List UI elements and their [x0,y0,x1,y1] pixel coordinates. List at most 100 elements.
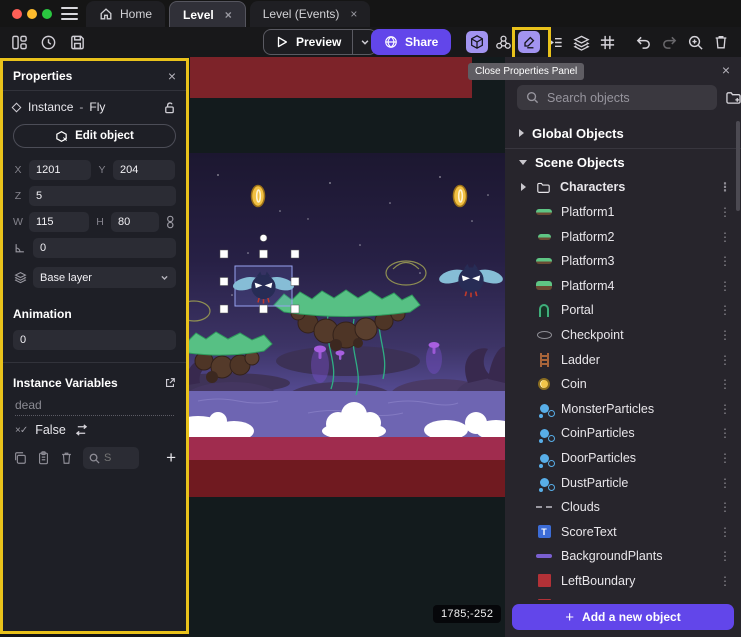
objects-search-input[interactable] [547,91,708,105]
section-global-objects[interactable]: Global Objects [505,121,741,146]
height-field[interactable]: 80 [111,212,159,232]
paste-icon[interactable] [37,451,50,465]
variables-search-box[interactable] [83,447,139,469]
layer-dropdown[interactable]: Base layer [33,267,176,288]
object-item-characters[interactable]: Characters ⋮ [505,175,741,200]
x-position-field[interactable]: 1201 [29,160,91,180]
3d-view-icon[interactable] [466,31,488,53]
item-menu-icon[interactable]: ⋮ [719,254,731,268]
item-menu-icon[interactable]: ⋮ [719,279,731,293]
menu-icon[interactable] [61,7,78,20]
object-item-platform1[interactable]: Platform1 ⋮ [505,200,741,225]
add-variable-button[interactable]: + [166,448,176,468]
item-menu-icon[interactable]: ⋮ [719,549,731,563]
layers-icon[interactable] [570,31,592,53]
item-menu-icon[interactable]: ⋮ [719,451,731,465]
zoom-in-icon[interactable] [684,31,706,53]
tab-level-events[interactable]: Level (Events) × [250,1,371,27]
width-field[interactable]: 115 [29,212,89,232]
object-item-backgroundplants[interactable]: BackgroundPlants ⋮ [505,544,741,569]
trash-icon[interactable] [710,31,732,53]
open-variables-icon[interactable] [164,377,176,389]
item-menu-icon[interactable]: ⋮ [719,500,731,514]
coin-instance[interactable] [252,186,265,207]
share-button[interactable]: Share [371,29,451,55]
preview-button[interactable]: Preview [263,29,377,55]
panels-layout-icon[interactable] [8,31,30,53]
close-properties-icon[interactable]: × [168,69,176,83]
selected-fly-instance[interactable] [232,266,296,306]
add-new-object-button[interactable]: + Add a new object [512,604,734,630]
object-item-scoretext[interactable]: T ScoreText ⋮ [505,520,741,545]
trash-icon[interactable] [60,451,73,465]
object-item-leftboundary[interactable]: LeftBoundary ⋮ [505,569,741,594]
object-item-platform2[interactable]: Platform2 ⋮ [505,224,741,249]
redo-icon[interactable] [658,31,680,53]
undo-icon[interactable] [632,31,654,53]
object-groups-icon[interactable] [492,31,514,53]
object-item-coin[interactable]: Coin ⋮ [505,372,741,397]
boundary-object-crimson[interactable] [188,437,505,460]
y-position-field[interactable]: 204 [113,160,175,180]
item-menu-icon[interactable]: ⋮ [719,426,731,440]
variables-search-input[interactable] [104,452,126,464]
edit-object-button[interactable]: Edit object [13,124,176,148]
z-position-field[interactable]: 5 [29,186,176,206]
object-item-ladder[interactable]: Ladder ⋮ [505,347,741,372]
item-menu-icon[interactable]: ⋮ [719,476,731,490]
tab-home[interactable]: Home [86,1,165,27]
item-menu-icon[interactable]: ⋮ [719,377,731,391]
section-scene-objects[interactable]: Scene Objects [505,151,741,176]
item-menu-icon[interactable]: ⋮ [719,525,731,539]
objects-search-box[interactable] [517,85,717,110]
maximize-window-button[interactable] [42,9,52,19]
item-menu-icon[interactable]: ⋮ [719,328,731,342]
lock-aspect-ratio-icon[interactable] [165,215,176,229]
item-menu-icon[interactable]: ⋮ [719,402,731,416]
animation-field[interactable]: 0 [13,330,176,350]
swap-value-icon[interactable] [74,424,89,436]
item-menu-icon[interactable]: ⋮ [719,574,731,588]
instance-variables-heading: Instance Variables [13,376,118,390]
coin-instance[interactable] [454,186,467,207]
item-menu-icon[interactable]: ⋮ [719,303,731,317]
close-tab-icon[interactable]: × [350,7,357,21]
search-icon [89,453,100,464]
close-tab-icon[interactable]: × [225,8,232,22]
object-item-doorparticles[interactable]: DoorParticles ⋮ [505,446,741,471]
instances-list-icon[interactable] [544,31,566,53]
tab-strip: Home Level × Level (Events) × [86,1,370,27]
object-item-clouds[interactable]: Clouds ⋮ [505,495,741,520]
close-window-button[interactable] [12,9,22,19]
save-icon[interactable] [66,31,88,53]
variable-value[interactable]: False [35,423,66,437]
tab-label: Home [120,7,152,21]
object-item-platform3[interactable]: Platform3 ⋮ [505,249,741,274]
boundary-object-darkred[interactable] [188,460,505,497]
copy-icon[interactable] [13,451,27,465]
unlock-icon[interactable] [163,101,176,114]
item-menu-icon[interactable]: ⋮ [719,230,731,244]
item-menu-icon[interactable]: ⋮ [719,599,731,600]
angle-field[interactable]: 0 [33,238,176,258]
variable-name[interactable]: dead [15,398,174,416]
object-item-checkpoint[interactable]: Checkpoint ⋮ [505,323,741,348]
grid-icon[interactable] [596,31,618,53]
scrollbar[interactable] [736,121,740,211]
top-boundary-object[interactable] [190,57,472,98]
object-item-coinparticles[interactable]: CoinParticles ⋮ [505,421,741,446]
item-menu-icon[interactable]: ⋮ [719,353,731,367]
object-item-monsterparticles[interactable]: MonsterParticles ⋮ [505,397,741,422]
object-item-platform4[interactable]: Platform4 ⋮ [505,274,741,299]
object-item-rightboundary[interactable]: RightBoundary ⋮ [505,593,741,600]
object-item-portal[interactable]: Portal ⋮ [505,298,741,323]
add-folder-icon[interactable] [725,90,741,105]
object-item-dustparticle[interactable]: DustParticle ⋮ [505,470,741,495]
history-icon[interactable] [37,31,59,53]
tab-level[interactable]: Level × [169,1,246,27]
item-menu-icon[interactable]: ⋮ [719,180,731,194]
item-menu-icon[interactable]: ⋮ [719,205,731,219]
close-objects-panel-icon[interactable]: × [722,63,730,77]
edit-properties-icon[interactable] [518,31,540,53]
minimize-window-button[interactable] [27,9,37,19]
